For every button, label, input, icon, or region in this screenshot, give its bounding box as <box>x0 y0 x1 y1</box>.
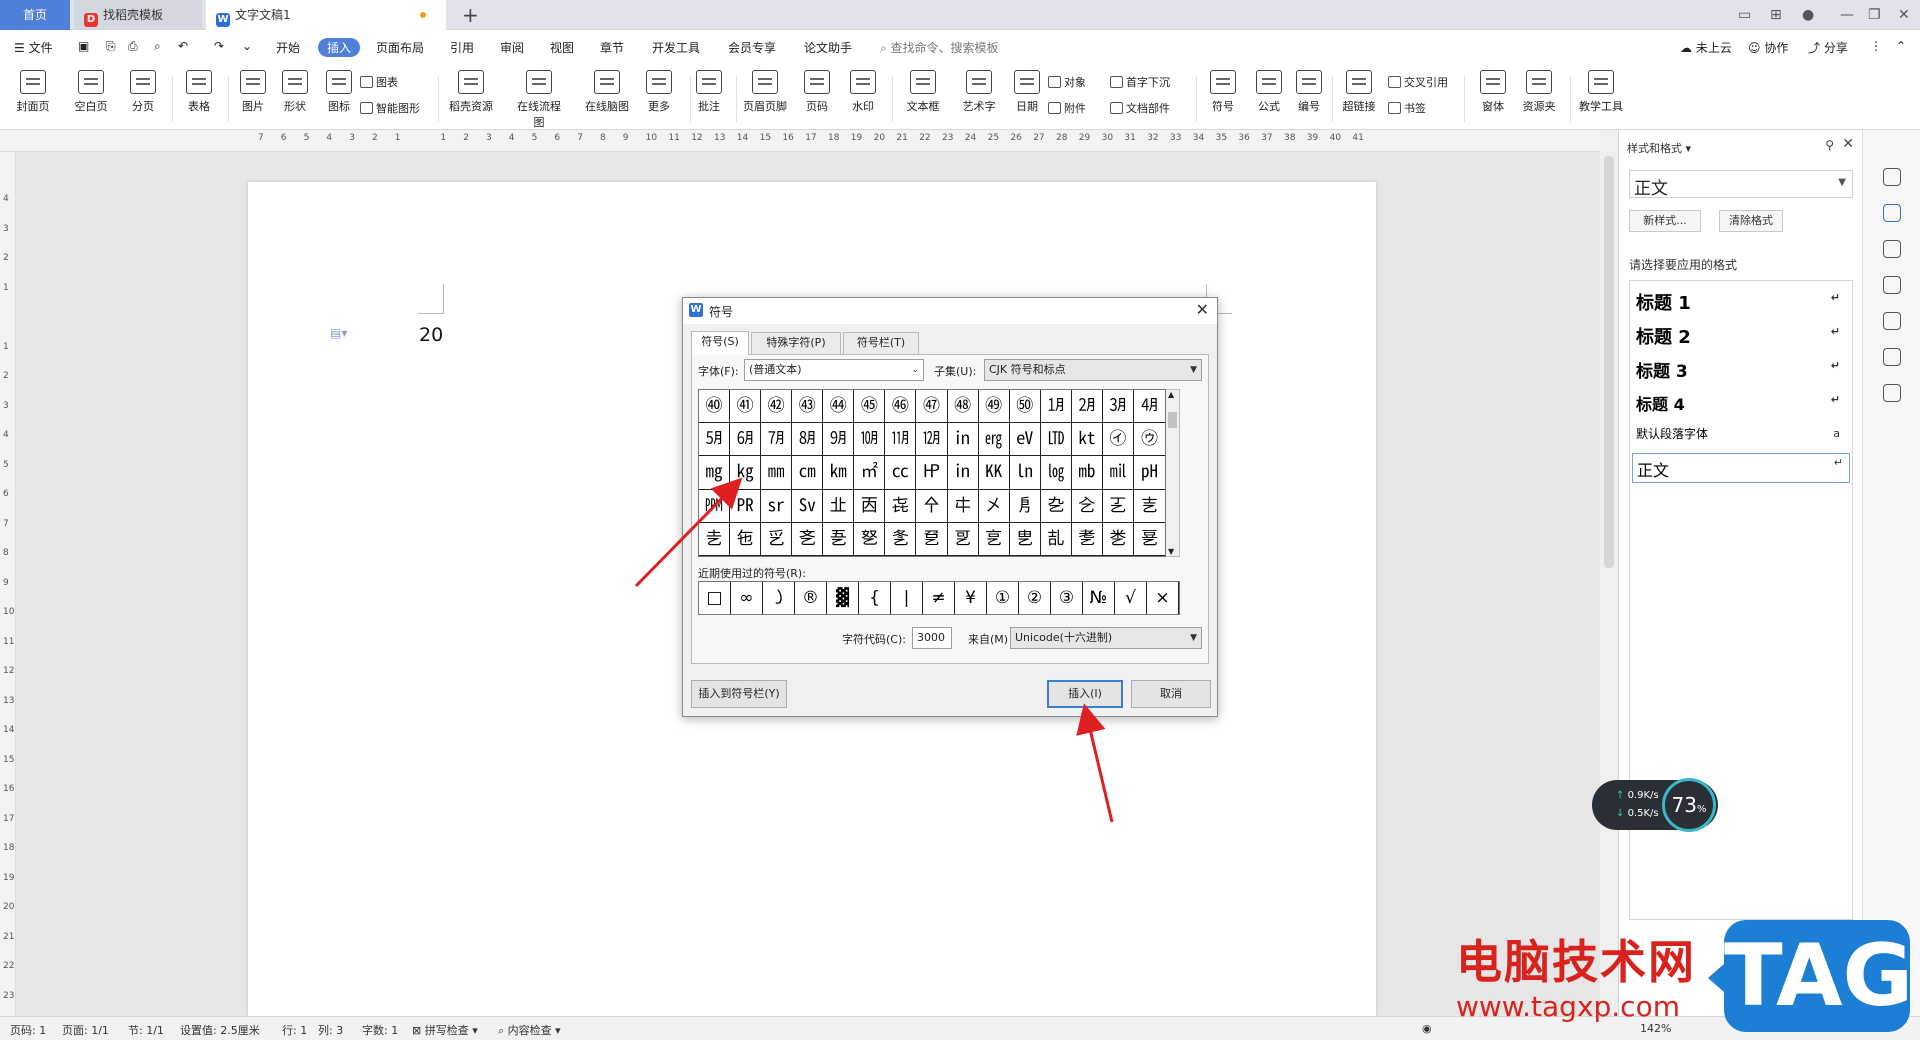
status-row[interactable]: 行: 1 <box>282 1022 307 1038</box>
wps-writer-window: 首页 D 找稻壳模板 W 文字文稿1 + ▭ ⊞ ● — ❐ ✕ ☰ 文件 ▣ ⎘ … <box>0 0 1920 1040</box>
annotation-arrows <box>634 477 1114 823</box>
status-page-number[interactable]: 页码: 1 <box>10 1022 46 1038</box>
content-check-button[interactable]: ⌕ 内容检查 ▾ <box>498 1022 561 1038</box>
arrow-to-kg-symbol <box>634 477 743 588</box>
spell-check-icon: ⊠ <box>412 1024 425 1037</box>
watermark-tag-logo: TAG <box>1708 920 1913 1032</box>
content-check-label: 内容检查 <box>507 1024 552 1037</box>
watermark-text: 电脑技术网 <box>1456 935 1696 989</box>
content-check-icon: ⌕ <box>498 1024 508 1037</box>
status-pages[interactable]: 页面: 1/1 <box>62 1022 109 1038</box>
spell-check-button[interactable]: ⊠ 拼写检查 ▾ <box>412 1022 478 1038</box>
zoom-level[interactable]: 142% <box>1640 1022 1671 1035</box>
tab-symbols[interactable]: 符号(S) <box>691 331 749 355</box>
status-setting[interactable]: 设置值: 2.5厘米 <box>180 1022 260 1038</box>
spell-check-label: 拼写检查 <box>424 1024 469 1037</box>
eye-protection-icon[interactable]: ◉ <box>1422 1022 1432 1035</box>
watermark-url: www.tagxp.com <box>1456 990 1680 1023</box>
status-column[interactable]: 列: 3 <box>318 1022 343 1038</box>
arrow-to-insert-button <box>1076 703 1114 823</box>
status-section[interactable]: 节: 1/1 <box>128 1022 164 1038</box>
status-word-count[interactable]: 字数: 1 <box>362 1022 398 1038</box>
